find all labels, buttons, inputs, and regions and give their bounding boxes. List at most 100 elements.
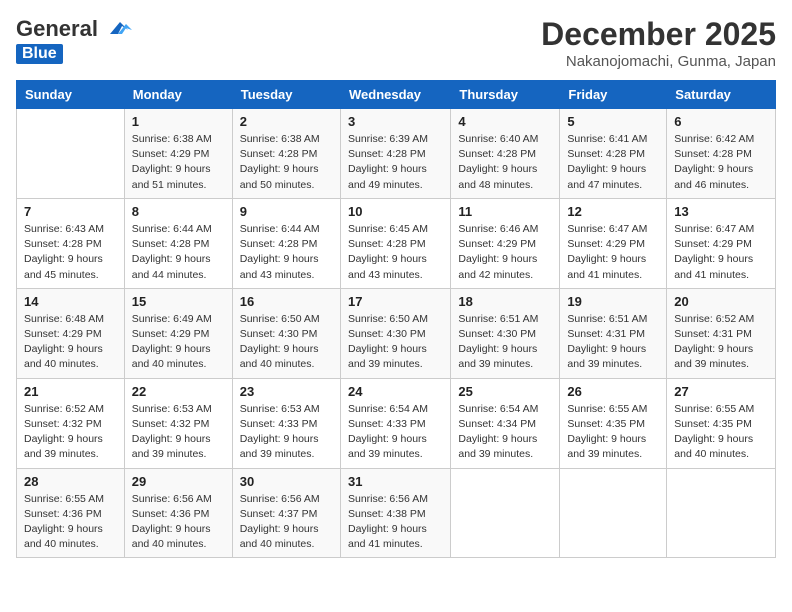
day-cell: 20 Sunrise: 6:52 AM Sunset: 4:31 PM Dayli… [667, 288, 776, 378]
day-info: Sunrise: 6:46 AM Sunset: 4:29 PM Dayligh… [458, 222, 552, 283]
day-number: 13 [674, 204, 768, 219]
weekday-header-sunday: Sunday [17, 81, 125, 109]
logo-bird-icon [100, 16, 132, 42]
day-info: Sunrise: 6:42 AM Sunset: 4:28 PM Dayligh… [674, 132, 768, 193]
day-info: Sunrise: 6:50 AM Sunset: 4:30 PM Dayligh… [240, 312, 333, 373]
day-number: 18 [458, 294, 552, 309]
day-number: 26 [567, 384, 659, 399]
day-cell: 3Sunrise: 6:39 AM Sunset: 4:28 PM Daylig… [340, 109, 450, 199]
day-number: 31 [348, 474, 443, 489]
weekday-header-friday: Friday [560, 81, 667, 109]
day-number: 16 [240, 294, 333, 309]
day-cell: 28 Sunrise: 6:55 AM Sunset: 4:36 PM Dayli… [17, 468, 125, 558]
location-title: Nakanojomachi, Gunma, Japan [541, 53, 776, 70]
day-cell: 12 Sunrise: 6:47 AM Sunset: 4:29 PM Dayli… [560, 198, 667, 288]
day-cell: 7 Sunrise: 6:43 AM Sunset: 4:28 PM Daylig… [17, 198, 125, 288]
day-number: 17 [348, 294, 443, 309]
day-number: 30 [240, 474, 333, 489]
day-number: 28 [24, 474, 117, 489]
day-number: 7 [24, 204, 117, 219]
day-number: 2 [240, 114, 333, 129]
day-cell: 5 Sunrise: 6:41 AM Sunset: 4:28 PM Daylig… [560, 109, 667, 199]
logo-blue-text: Blue [16, 44, 63, 64]
day-number: 20 [674, 294, 768, 309]
day-info: Sunrise: 6:51 AM Sunset: 4:30 PM Dayligh… [458, 312, 552, 373]
day-info: Sunrise: 6:52 AM Sunset: 4:32 PM Dayligh… [24, 402, 117, 463]
day-number: 4 [458, 114, 552, 129]
day-cell: 14Sunrise: 6:48 AM Sunset: 4:29 PM Dayli… [17, 288, 125, 378]
day-number: 15 [132, 294, 225, 309]
day-info: Sunrise: 6:44 AM Sunset: 4:28 PM Dayligh… [240, 222, 333, 283]
day-cell: 11 Sunrise: 6:46 AM Sunset: 4:29 PM Dayli… [451, 198, 560, 288]
day-info: Sunrise: 6:55 AM Sunset: 4:35 PM Dayligh… [567, 402, 659, 463]
day-number: 24 [348, 384, 443, 399]
day-info: Sunrise: 6:41 AM Sunset: 4:28 PM Dayligh… [567, 132, 659, 193]
day-cell: 13 Sunrise: 6:47 AM Sunset: 4:29 PM Dayli… [667, 198, 776, 288]
day-info: Sunrise: 6:43 AM Sunset: 4:28 PM Dayligh… [24, 222, 117, 283]
day-info: Sunrise: 6:53 AM Sunset: 4:32 PM Dayligh… [132, 402, 225, 463]
day-number: 29 [132, 474, 225, 489]
day-info: Sunrise: 6:54 AM Sunset: 4:34 PM Dayligh… [458, 402, 552, 463]
day-number: 14 [24, 294, 117, 309]
week-row-5: 28 Sunrise: 6:55 AM Sunset: 4:36 PM Dayli… [17, 468, 776, 558]
day-cell: 1 Sunrise: 6:38 AM Sunset: 4:29 PM Daylig… [124, 109, 232, 199]
day-cell: 21 Sunrise: 6:52 AM Sunset: 4:32 PM Dayli… [17, 378, 125, 468]
day-number: 21 [24, 384, 117, 399]
day-number: 23 [240, 384, 333, 399]
day-cell: 4 Sunrise: 6:40 AM Sunset: 4:28 PM Daylig… [451, 109, 560, 199]
day-info: Sunrise: 6:44 AM Sunset: 4:28 PM Dayligh… [132, 222, 225, 283]
day-info: Sunrise: 6:47 AM Sunset: 4:29 PM Dayligh… [674, 222, 768, 283]
day-cell: 30 Sunrise: 6:56 AM Sunset: 4:37 PM Dayli… [232, 468, 340, 558]
day-info: Sunrise: 6:38 AM Sunset: 4:29 PM Dayligh… [132, 132, 225, 193]
day-info: Sunrise: 6:40 AM Sunset: 4:28 PM Dayligh… [458, 132, 552, 193]
day-cell: 10Sunrise: 6:45 AM Sunset: 4:28 PM Dayli… [340, 198, 450, 288]
day-cell: 31 Sunrise: 6:56 AM Sunset: 4:38 PM Dayli… [340, 468, 450, 558]
day-info: Sunrise: 6:56 AM Sunset: 4:38 PM Dayligh… [348, 492, 443, 553]
day-cell: 29Sunrise: 6:56 AM Sunset: 4:36 PM Dayli… [124, 468, 232, 558]
day-cell: 22Sunrise: 6:53 AM Sunset: 4:32 PM Dayli… [124, 378, 232, 468]
day-number: 1 [132, 114, 225, 129]
week-row-4: 21 Sunrise: 6:52 AM Sunset: 4:32 PM Dayli… [17, 378, 776, 468]
weekday-header-row: SundayMondayTuesdayWednesdayThursdayFrid… [17, 81, 776, 109]
day-number: 6 [674, 114, 768, 129]
weekday-header-wednesday: Wednesday [340, 81, 450, 109]
month-title: December 2025 [541, 16, 776, 53]
logo-general-text: General [16, 16, 98, 42]
day-cell: 26 Sunrise: 6:55 AM Sunset: 4:35 PM Dayli… [560, 378, 667, 468]
day-number: 9 [240, 204, 333, 219]
week-row-1: 1 Sunrise: 6:38 AM Sunset: 4:29 PM Daylig… [17, 109, 776, 199]
day-info: Sunrise: 6:53 AM Sunset: 4:33 PM Dayligh… [240, 402, 333, 463]
day-info: Sunrise: 6:45 AM Sunset: 4:28 PM Dayligh… [348, 222, 443, 283]
day-cell: 17 Sunrise: 6:50 AM Sunset: 4:30 PM Dayli… [340, 288, 450, 378]
day-cell [17, 109, 125, 199]
day-number: 19 [567, 294, 659, 309]
logo: General Blue [16, 16, 132, 64]
day-number: 25 [458, 384, 552, 399]
day-cell [451, 468, 560, 558]
day-cell: 6 Sunrise: 6:42 AM Sunset: 4:28 PM Daylig… [667, 109, 776, 199]
day-info: Sunrise: 6:39 AM Sunset: 4:28 PM Dayligh… [348, 132, 443, 193]
day-info: Sunrise: 6:52 AM Sunset: 4:31 PM Dayligh… [674, 312, 768, 373]
weekday-header-saturday: Saturday [667, 81, 776, 109]
day-number: 8 [132, 204, 225, 219]
week-row-3: 14Sunrise: 6:48 AM Sunset: 4:29 PM Dayli… [17, 288, 776, 378]
day-cell: 15 Sunrise: 6:49 AM Sunset: 4:29 PM Dayli… [124, 288, 232, 378]
day-number: 12 [567, 204, 659, 219]
day-cell: 24Sunrise: 6:54 AM Sunset: 4:33 PM Dayli… [340, 378, 450, 468]
calendar-table: SundayMondayTuesdayWednesdayThursdayFrid… [16, 80, 776, 558]
day-cell [560, 468, 667, 558]
title-block: December 2025 Nakanojomachi, Gunma, Japa… [541, 16, 776, 70]
day-cell: 2Sunrise: 6:38 AM Sunset: 4:28 PM Daylig… [232, 109, 340, 199]
day-cell: 16 Sunrise: 6:50 AM Sunset: 4:30 PM Dayli… [232, 288, 340, 378]
day-info: Sunrise: 6:55 AM Sunset: 4:35 PM Dayligh… [674, 402, 768, 463]
day-cell: 19 Sunrise: 6:51 AM Sunset: 4:31 PM Dayli… [560, 288, 667, 378]
day-info: Sunrise: 6:49 AM Sunset: 4:29 PM Dayligh… [132, 312, 225, 373]
day-info: Sunrise: 6:56 AM Sunset: 4:37 PM Dayligh… [240, 492, 333, 553]
day-info: Sunrise: 6:50 AM Sunset: 4:30 PM Dayligh… [348, 312, 443, 373]
day-number: 5 [567, 114, 659, 129]
weekday-header-monday: Monday [124, 81, 232, 109]
day-info: Sunrise: 6:51 AM Sunset: 4:31 PM Dayligh… [567, 312, 659, 373]
day-info: Sunrise: 6:55 AM Sunset: 4:36 PM Dayligh… [24, 492, 117, 553]
day-number: 11 [458, 204, 552, 219]
day-info: Sunrise: 6:47 AM Sunset: 4:29 PM Dayligh… [567, 222, 659, 283]
